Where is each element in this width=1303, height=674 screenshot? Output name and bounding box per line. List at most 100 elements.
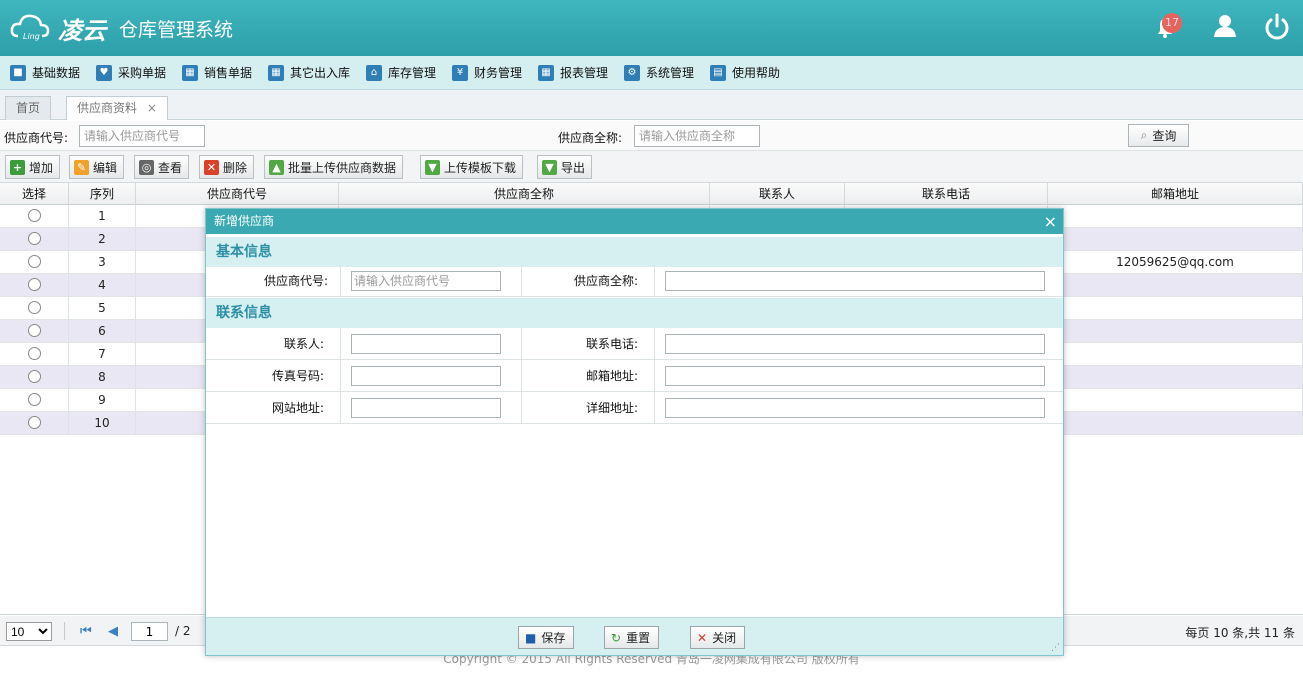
table-cell: 2: [69, 228, 136, 251]
plus-icon: +: [10, 159, 25, 175]
supplier-name-input[interactable]: [634, 125, 760, 147]
resize-handle-icon[interactable]: ⋰: [1051, 643, 1061, 653]
column-header[interactable]: 序列: [69, 183, 136, 205]
user-icon[interactable]: [1210, 12, 1240, 42]
row-select-radio[interactable]: [27, 209, 41, 222]
table-cell: 3: [69, 251, 136, 274]
nav-item-basic-data[interactable]: ■ 基础数据: [10, 64, 80, 82]
tab-close-icon[interactable]: ×: [147, 101, 157, 115]
power-icon[interactable]: [1262, 12, 1292, 42]
action-toolbar: + 增加 ✎ 编辑 ◎ 查看 ✕ 删除 ▲ 批量上传供应商数据 ▼ 上传模板下载…: [0, 151, 1303, 183]
search-button[interactable]: ⌕ 查询: [1128, 124, 1189, 147]
website-label: 网站地址:: [271, 401, 324, 415]
nav-item-finance[interactable]: ¥ 财务管理: [452, 64, 522, 82]
fax-label: 传真号码:: [271, 369, 324, 383]
dialog-supplier-code-input[interactable]: [351, 271, 501, 291]
save-button[interactable]: ■ 保存: [518, 626, 575, 649]
close-icon[interactable]: ×: [1044, 209, 1057, 234]
template-download-label: 上传模板下载: [444, 160, 517, 175]
row-select-radio[interactable]: [27, 232, 41, 245]
column-header[interactable]: 邮箱地址: [1048, 183, 1303, 205]
table-cell: 9: [69, 389, 136, 412]
nav-item-system[interactable]: ⚙ 系统管理: [624, 64, 694, 82]
row-select-radio[interactable]: [27, 370, 41, 383]
row-select-radio[interactable]: [27, 416, 41, 429]
table-header: 选择 序列 供应商代号 供应商全称 联系人 联系电话 邮箱地址: [0, 183, 1303, 205]
page-number-input[interactable]: [131, 622, 168, 641]
add-button[interactable]: + 增加: [5, 155, 61, 179]
export-button[interactable]: ▼ 导出: [537, 155, 593, 179]
column-header[interactable]: 供应商代号: [136, 183, 339, 205]
contact-input[interactable]: [351, 334, 501, 354]
row-select-radio[interactable]: [27, 278, 41, 291]
delete-button[interactable]: ✕ 删除: [199, 155, 255, 179]
website-input[interactable]: [351, 398, 501, 418]
row-select-radio[interactable]: [27, 347, 41, 360]
refresh-icon: ↻: [611, 630, 622, 645]
app-header: Ling 凌云 仓库管理系统 17: [0, 0, 1303, 56]
section-contact-info: 联系信息: [206, 298, 1063, 328]
logo-name: 凌云: [58, 17, 106, 45]
nav-item-help[interactable]: ▤ 使用帮助: [710, 64, 780, 82]
table-cell: 8: [69, 366, 136, 389]
row-select-radio[interactable]: [27, 301, 41, 314]
edit-button[interactable]: ✎ 编辑: [69, 155, 125, 179]
view-button[interactable]: ◎ 查看: [134, 155, 190, 179]
nav-label: 报表管理: [560, 66, 609, 80]
gear-icon: ⚙: [624, 65, 640, 81]
tab-supplier[interactable]: 供应商资料 ×: [66, 96, 168, 120]
dialog-title: 新增供应商: [214, 214, 275, 228]
nav-label: 采购单据: [118, 66, 167, 80]
edit-label: 编辑: [93, 160, 118, 175]
table-cell: [1048, 366, 1303, 389]
close-button[interactable]: ✕ 关闭: [690, 626, 746, 649]
save-icon: ■: [525, 630, 537, 645]
column-header[interactable]: 选择: [0, 183, 69, 205]
row-select-radio[interactable]: [27, 255, 41, 268]
divider: [654, 265, 655, 297]
nav-item-sales[interactable]: ▦ 销售单据: [182, 64, 252, 82]
calendar-icon: ▦: [538, 65, 554, 81]
notification-badge[interactable]: 17: [1162, 13, 1182, 33]
nav-item-purchase[interactable]: ♥ 采购单据: [96, 64, 166, 82]
page-size-select[interactable]: 10: [6, 622, 52, 641]
contact-label: 联系人:: [283, 337, 324, 351]
cube-icon: ■: [10, 65, 26, 81]
row-select-radio[interactable]: [27, 393, 41, 406]
phone-input[interactable]: [665, 334, 1045, 354]
dialog-supplier-name-input[interactable]: [665, 271, 1045, 291]
row-select-radio[interactable]: [27, 324, 41, 337]
basket-icon: ♥: [96, 65, 112, 81]
nav-item-reports[interactable]: ▦ 报表管理: [538, 64, 608, 82]
column-header[interactable]: 联系电话: [845, 183, 1048, 205]
column-header[interactable]: 联系人: [710, 183, 845, 205]
divider: [654, 392, 655, 424]
reset-button[interactable]: ↻ 重置: [604, 626, 660, 649]
close-label: 关闭: [712, 631, 737, 645]
template-download-button[interactable]: ▼ 上传模板下载: [420, 155, 524, 179]
column-header[interactable]: 供应商全称: [339, 183, 710, 205]
supplier-code-input[interactable]: [79, 125, 205, 147]
save-label: 保存: [541, 631, 566, 645]
address-input[interactable]: [665, 398, 1045, 418]
divider: [521, 392, 522, 424]
first-page-icon[interactable]: ⏮: [80, 624, 92, 639]
tab-home[interactable]: 首页: [5, 96, 52, 120]
down-arrow-icon: ▼: [542, 159, 557, 175]
divider: [340, 265, 341, 297]
nav-item-inventory[interactable]: ⌂ 库存管理: [366, 64, 436, 82]
dialog-footer: ■ 保存 ↻ 重置 ✕ 关闭 ⋰: [206, 617, 1063, 655]
prev-page-icon[interactable]: ◀: [108, 624, 118, 639]
cloud-logo-icon: Ling: [10, 14, 50, 41]
tab-bar: 首页 供应商资料 ×: [0, 90, 1303, 120]
table-cell: [1048, 228, 1303, 251]
email-input[interactable]: [665, 366, 1045, 386]
table-cell: [0, 389, 69, 412]
fax-input[interactable]: [351, 366, 501, 386]
divider: [654, 360, 655, 392]
calendar-icon: ▦: [268, 65, 284, 81]
batch-upload-button[interactable]: ▲ 批量上传供应商数据: [264, 155, 404, 179]
table-cell: [1048, 205, 1303, 228]
nav-item-other-stock[interactable]: ▦ 其它出入库: [268, 64, 350, 82]
divider: [340, 392, 341, 424]
